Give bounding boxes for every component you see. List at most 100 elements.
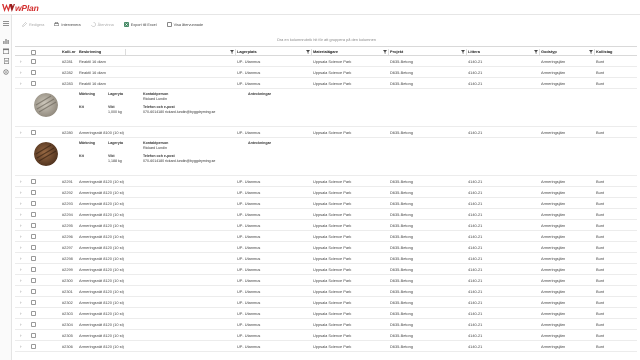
edit-button[interactable]: Redigera <box>19 21 47 29</box>
expand-row-icon[interactable]: › <box>20 67 22 78</box>
filter-icon[interactable] <box>306 50 310 54</box>
cell-project: D635-Betong <box>390 212 413 217</box>
expand-row-icon[interactable]: › <box>20 264 22 275</box>
cell-tag: Bunt <box>596 311 605 316</box>
expand-row-icon[interactable]: › <box>20 308 22 319</box>
expand-row-icon[interactable]: › <box>20 231 22 242</box>
cell-kolli: #2304 <box>62 322 73 327</box>
table-row[interactable]: › #2281 Reaktil 16 diam UP- Utanmus Uppsala … <box>15 56 637 67</box>
row-checkbox[interactable] <box>31 70 36 75</box>
table-row[interactable]: › #2291 Armeringsnät 8120 (10 st) UP- Utanm… <box>15 176 637 187</box>
filter-icon[interactable] <box>383 50 387 54</box>
table-row[interactable]: › #2283 Reaktil 16 diam UP- Utanmus Uppsala … <box>15 78 637 89</box>
row-checkbox[interactable] <box>31 81 36 86</box>
row-checkbox[interactable] <box>31 59 36 64</box>
cell-owner: Uppsala Science Park <box>313 256 352 261</box>
table-row[interactable]: › #2298 Armeringsnät 8120 (10 st) UP- Utanm… <box>15 253 637 264</box>
cell-location: UP- Utanmus <box>237 179 261 184</box>
expand-row-icon[interactable]: › <box>20 187 22 198</box>
table-row[interactable]: › #2296 Armeringsnät 8120 (10 st) UP- Utanm… <box>15 231 637 242</box>
cell-project: D635-Betong <box>390 344 413 349</box>
chart-icon[interactable] <box>2 37 10 44</box>
app-logo[interactable]: wPlan <box>2 2 39 13</box>
table-row[interactable]: › #2292 Armeringsnät 8120 (10 st) UP- Utanm… <box>15 187 637 198</box>
expand-row-icon[interactable]: › <box>20 56 22 67</box>
email-value[interactable]: rickard.lundin@byggdryming.se <box>165 110 215 114</box>
show-recycled-checkbox[interactable] <box>166 22 172 27</box>
row-checkbox[interactable] <box>31 278 36 283</box>
table-row[interactable]: › #2282 Reaktil 16 diam UP- Utanmus Uppsala … <box>15 67 637 78</box>
phone-value[interactable]: 070-6014180 <box>143 159 164 163</box>
table-row[interactable]: › #2306 Armeringsnät 8120 (10 st) UP- Utanm… <box>15 341 637 352</box>
cell-description: Armeringsnät 8120 (10 st) <box>79 289 124 294</box>
email-value[interactable]: rickard.lundin@byggdryming.se <box>165 159 215 163</box>
table-row[interactable]: › #2299 Armeringsnät 8120 (10 st) UP- Utanm… <box>15 264 637 275</box>
expand-row-icon[interactable]: › <box>20 319 22 330</box>
row-checkbox[interactable] <box>31 267 36 272</box>
cell-description: Armeringsnät 8120 (10 st) <box>79 245 124 250</box>
table-row[interactable]: › #2295 Armeringsnät 8120 (10 st) UP- Utanm… <box>15 220 637 231</box>
expand-row-icon[interactable]: › <box>20 176 22 187</box>
expand-row-icon[interactable]: › <box>20 209 22 220</box>
row-checkbox[interactable] <box>31 212 36 217</box>
expand-row-icon[interactable]: › <box>20 341 22 352</box>
row-checkbox[interactable] <box>31 190 36 195</box>
intervene-button[interactable]: Intervenera <box>51 21 83 29</box>
expand-row-icon[interactable]: › <box>20 127 22 138</box>
settings-icon[interactable] <box>2 68 10 75</box>
table-row[interactable]: › #2294 Armeringsnät 8120 (10 st) UP- Utanm… <box>15 209 637 220</box>
table-row[interactable]: › #2293 Armeringsnät 8120 (10 st) UP- Utanm… <box>15 198 637 209</box>
filter-icon[interactable] <box>534 50 538 54</box>
expand-row-icon[interactable]: › <box>20 242 22 253</box>
cell-goods-type: Armeringsjärn <box>541 212 566 217</box>
row-checkbox[interactable] <box>31 201 36 206</box>
row-checkbox[interactable] <box>31 223 36 228</box>
row-checkbox[interactable] <box>31 130 36 135</box>
expand-row-icon[interactable]: › <box>20 253 22 264</box>
export-excel-button[interactable]: Export till Excel <box>121 21 160 29</box>
recycle-button[interactable]: Återvinna <box>88 21 117 29</box>
phone-value[interactable]: 070-6014180 <box>143 110 164 114</box>
expand-row-icon[interactable]: › <box>20 220 22 231</box>
table-row[interactable]: › #2302 Armeringsnät 8120 (10 st) UP- Utanm… <box>15 297 637 308</box>
row-checkbox[interactable] <box>31 245 36 250</box>
expand-row-icon[interactable]: › <box>20 275 22 286</box>
row-checkbox[interactable] <box>31 311 36 316</box>
filter-icon[interactable] <box>461 50 465 54</box>
row-checkbox[interactable] <box>31 256 36 261</box>
table-row[interactable]: › #2303 Armeringsnät 8120 (10 st) UP- Utanm… <box>15 308 637 319</box>
table-row[interactable]: › #2304 Armeringsnät 8120 (10 st) UP- Utanm… <box>15 319 637 330</box>
filter-icon[interactable] <box>589 50 593 54</box>
expand-row-icon[interactable]: › <box>20 330 22 341</box>
cell-location: UP- Utanmus <box>237 201 261 206</box>
expand-row-icon[interactable]: › <box>20 198 22 209</box>
row-checkbox[interactable] <box>31 234 36 239</box>
cell-kolli: #2280 <box>62 130 73 135</box>
row-checkbox[interactable] <box>31 300 36 305</box>
row-checkbox[interactable] <box>31 333 36 338</box>
table-row[interactable]: › #2300 Armeringsnät 8120 (10 st) UP- Utanm… <box>15 275 637 286</box>
table-row[interactable]: › #2305 Armeringsnät 8120 (10 st) UP- Utanm… <box>15 330 637 341</box>
menu-icon[interactable] <box>2 20 10 27</box>
expand-row-icon[interactable]: › <box>20 297 22 308</box>
row-checkbox[interactable] <box>31 289 36 294</box>
document-icon[interactable] <box>2 57 10 64</box>
cell-location: UP- Utanmus <box>237 289 261 294</box>
row-checkbox[interactable] <box>31 179 36 184</box>
cell-owner: Uppsala Science Park <box>313 322 352 327</box>
expand-row-icon[interactable]: › <box>20 286 22 297</box>
calendar-icon[interactable] <box>2 47 10 54</box>
expand-row-icon[interactable]: › <box>20 78 22 89</box>
cell-kolli: #2297 <box>62 245 73 250</box>
cell-location: UP- Utanmus <box>237 70 261 75</box>
select-all-checkbox[interactable] <box>31 49 36 55</box>
row-checkbox[interactable] <box>31 322 36 327</box>
table-row[interactable]: › #2280 Armeringsnät 8100 (10 st) UP- Utanm… <box>15 127 637 138</box>
filter-icon[interactable] <box>230 50 234 54</box>
table-row[interactable]: › #2297 Armeringsnät 8120 (10 st) UP- Utanm… <box>15 242 637 253</box>
show-recycled-toggle[interactable]: Visa återvunnade <box>164 21 206 29</box>
row-checkbox[interactable] <box>31 344 36 349</box>
table-row[interactable]: › #2301 Armeringsnät 8120 (10 st) UP- Utanm… <box>15 286 637 297</box>
cell-goods-type: Armeringsjärn <box>541 59 566 64</box>
cell-tag: Bunt <box>596 256 605 261</box>
